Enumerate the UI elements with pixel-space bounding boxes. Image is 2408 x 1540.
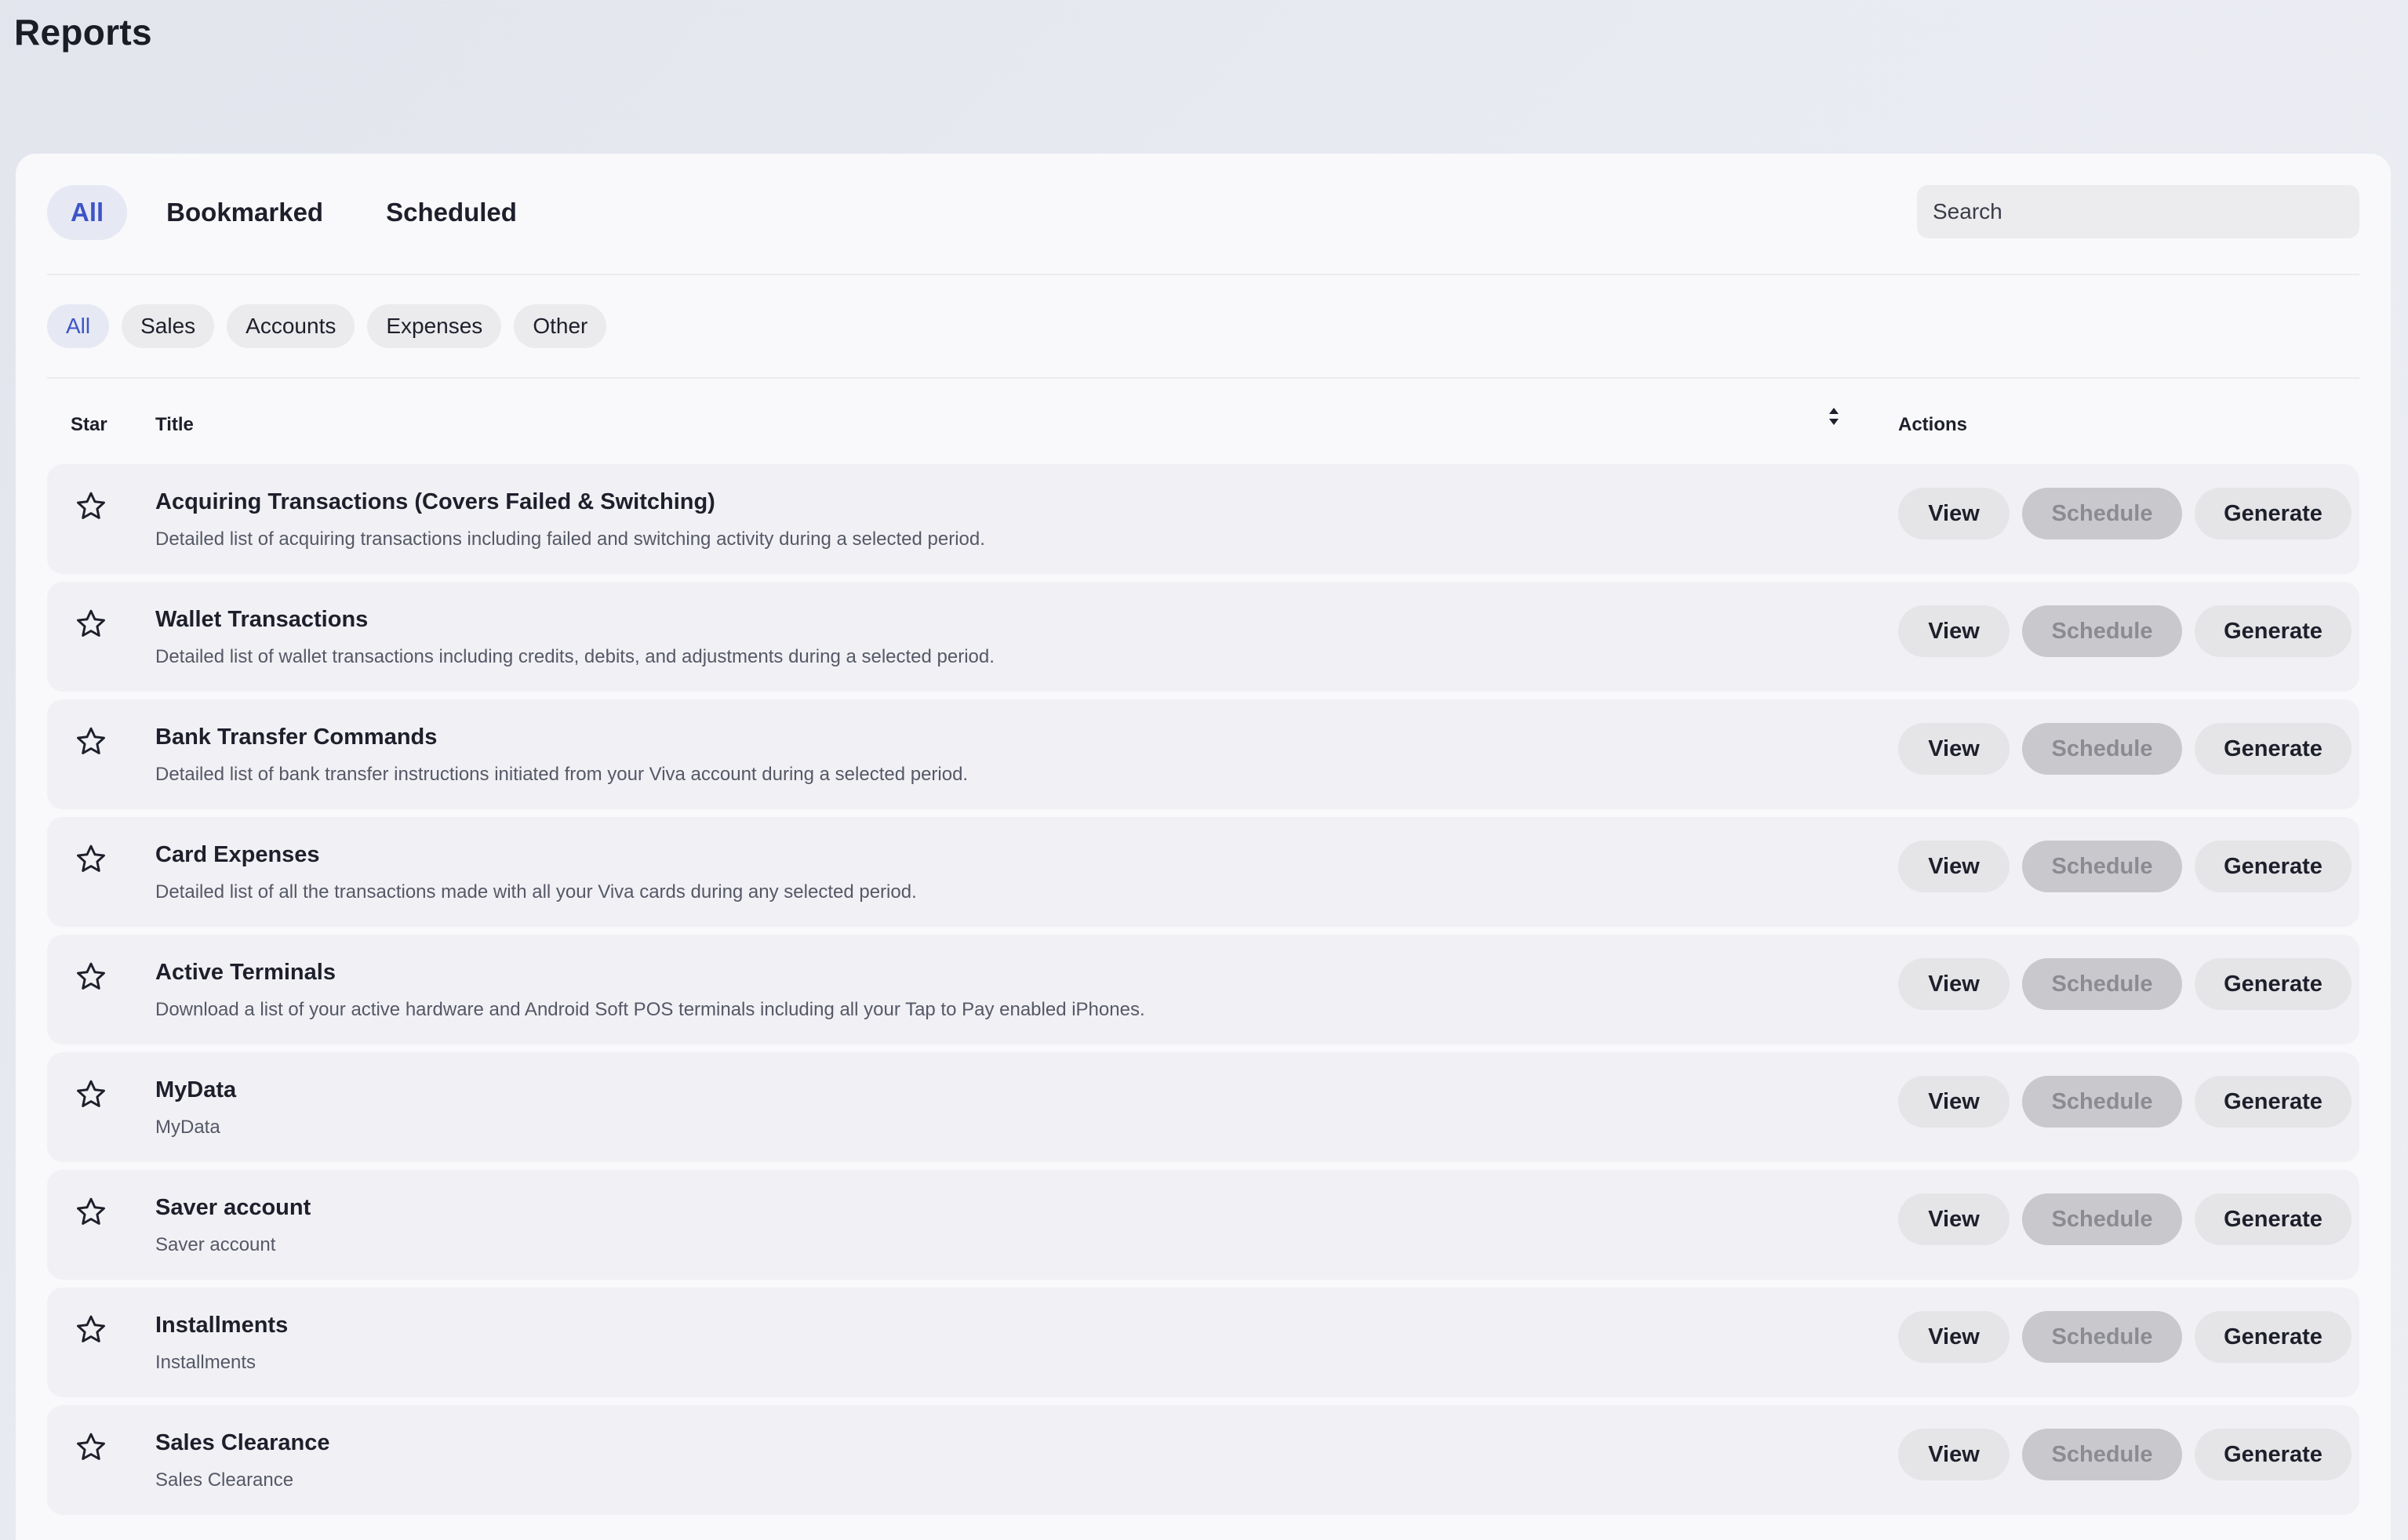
table-row: Active Terminals Download a list of your … [47,935,2359,1044]
table-row: MyData MyData View Schedule Generate [47,1052,2359,1162]
star-icon[interactable] [74,960,108,994]
row-actions: View Schedule Generate [1898,605,2364,657]
schedule-button[interactable]: Schedule [2022,605,2182,657]
table-header: Star Title Actions [47,405,2359,449]
star-icon[interactable] [74,489,108,524]
category-filters: All Sales Accounts Expenses Other [47,304,619,348]
view-button[interactable]: View [1898,1193,2010,1245]
star-icon[interactable] [74,1430,108,1465]
generate-button[interactable]: Generate [2195,488,2352,539]
generate-button[interactable]: Generate [2195,958,2352,1010]
table-row: Bank Transfer Commands Detailed list of b… [47,699,2359,809]
divider [47,274,2359,275]
schedule-button[interactable]: Schedule [2022,958,2182,1010]
view-button[interactable]: View [1898,1429,2010,1480]
report-description: Download a list of your active hardware … [155,999,1145,1020]
table-row: Wallet Transactions Detailed list of wall… [47,582,2359,692]
report-title: Wallet Transactions [155,607,369,632]
reports-card: All Bookmarked Scheduled All Sales Accou… [16,154,2391,1540]
view-button[interactable]: View [1898,723,2010,775]
row-actions: View Schedule Generate [1898,1429,2364,1480]
search-input[interactable] [1917,185,2359,238]
filter-chip-expenses[interactable]: Expenses [367,304,502,348]
filter-chip-all[interactable]: All [47,304,110,348]
star-icon[interactable] [74,1195,108,1229]
page-title: Reports [14,12,152,53]
report-list: Acquiring Transactions (Covers Failed & … [47,464,2359,1523]
report-description: Installments [155,1352,256,1373]
report-title: Saver account [155,1195,311,1220]
filter-chip-other[interactable]: Other [514,304,607,348]
column-header-actions: Actions [1898,414,1968,435]
report-description: MyData [155,1117,220,1138]
report-description: Detailed list of acquiring transactions … [155,528,985,550]
generate-button[interactable]: Generate [2195,1311,2352,1363]
report-title: Acquiring Transactions (Covers Failed & … [155,489,715,514]
report-description: Detailed list of bank transfer instructi… [155,764,969,785]
star-icon[interactable] [74,607,108,641]
report-description: Detailed list of wallet transactions inc… [155,646,995,667]
star-icon[interactable] [74,842,108,877]
report-title: Active Terminals [155,960,336,985]
schedule-button[interactable]: Schedule [2022,1429,2182,1480]
row-actions: View Schedule Generate [1898,488,2364,539]
tab-bookmarked[interactable]: Bookmarked [143,185,347,240]
table-row: Acquiring Transactions (Covers Failed & … [47,464,2359,574]
row-actions: View Schedule Generate [1898,958,2364,1010]
star-icon[interactable] [74,1077,108,1112]
table-row: Installments Installments View Schedule Gene… [47,1288,2359,1397]
report-title: MyData [155,1077,237,1102]
column-header-star: Star [71,414,107,435]
column-header-title[interactable]: Title [155,414,194,436]
report-description: Saver account [155,1234,276,1255]
table-row: Saver account Saver account View Schedule Ge… [47,1170,2359,1280]
generate-button[interactable]: Generate [2195,1429,2352,1480]
schedule-button[interactable]: Schedule [2022,841,2182,892]
sort-icon[interactable] [1826,405,1842,428]
star-icon[interactable] [74,725,108,759]
view-button[interactable]: View [1898,1311,2010,1363]
filter-chip-accounts[interactable]: Accounts [227,304,355,348]
row-actions: View Schedule Generate [1898,841,2364,892]
table-row: Sales Clearance Sales Clearance View Schedu… [47,1405,2359,1515]
report-title: Bank Transfer Commands [155,725,438,750]
filter-chip-sales[interactable]: Sales [122,304,215,348]
row-actions: View Schedule Generate [1898,723,2364,775]
report-title: Card Expenses [155,842,320,867]
report-description: Sales Clearance [155,1469,294,1491]
row-actions: View Schedule Generate [1898,1193,2364,1245]
generate-button[interactable]: Generate [2195,605,2352,657]
report-title: Sales Clearance [155,1430,330,1455]
tab-scheduled[interactable]: Scheduled [362,185,540,240]
report-description: Detailed list of all the transactions ma… [155,881,917,903]
generate-button[interactable]: Generate [2195,723,2352,775]
star-icon[interactable] [74,1313,108,1347]
report-title: Installments [155,1313,289,1338]
divider [47,377,2359,379]
generate-button[interactable]: Generate [2195,1193,2352,1245]
view-button[interactable]: View [1898,488,2010,539]
row-actions: View Schedule Generate [1898,1311,2364,1363]
view-button[interactable]: View [1898,605,2010,657]
view-button[interactable]: View [1898,1076,2010,1128]
view-button[interactable]: View [1898,958,2010,1010]
table-row: Card Expenses Detailed list of all the tr… [47,817,2359,927]
schedule-button[interactable]: Schedule [2022,1311,2182,1363]
schedule-button[interactable]: Schedule [2022,1076,2182,1128]
schedule-button[interactable]: Schedule [2022,723,2182,775]
schedule-button[interactable]: Schedule [2022,1193,2182,1245]
tab-all[interactable]: All [47,185,128,240]
schedule-button[interactable]: Schedule [2022,488,2182,539]
generate-button[interactable]: Generate [2195,1076,2352,1128]
tab-bar: All Bookmarked Scheduled [47,185,2359,240]
view-button[interactable]: View [1898,841,2010,892]
row-actions: View Schedule Generate [1898,1076,2364,1128]
generate-button[interactable]: Generate [2195,841,2352,892]
